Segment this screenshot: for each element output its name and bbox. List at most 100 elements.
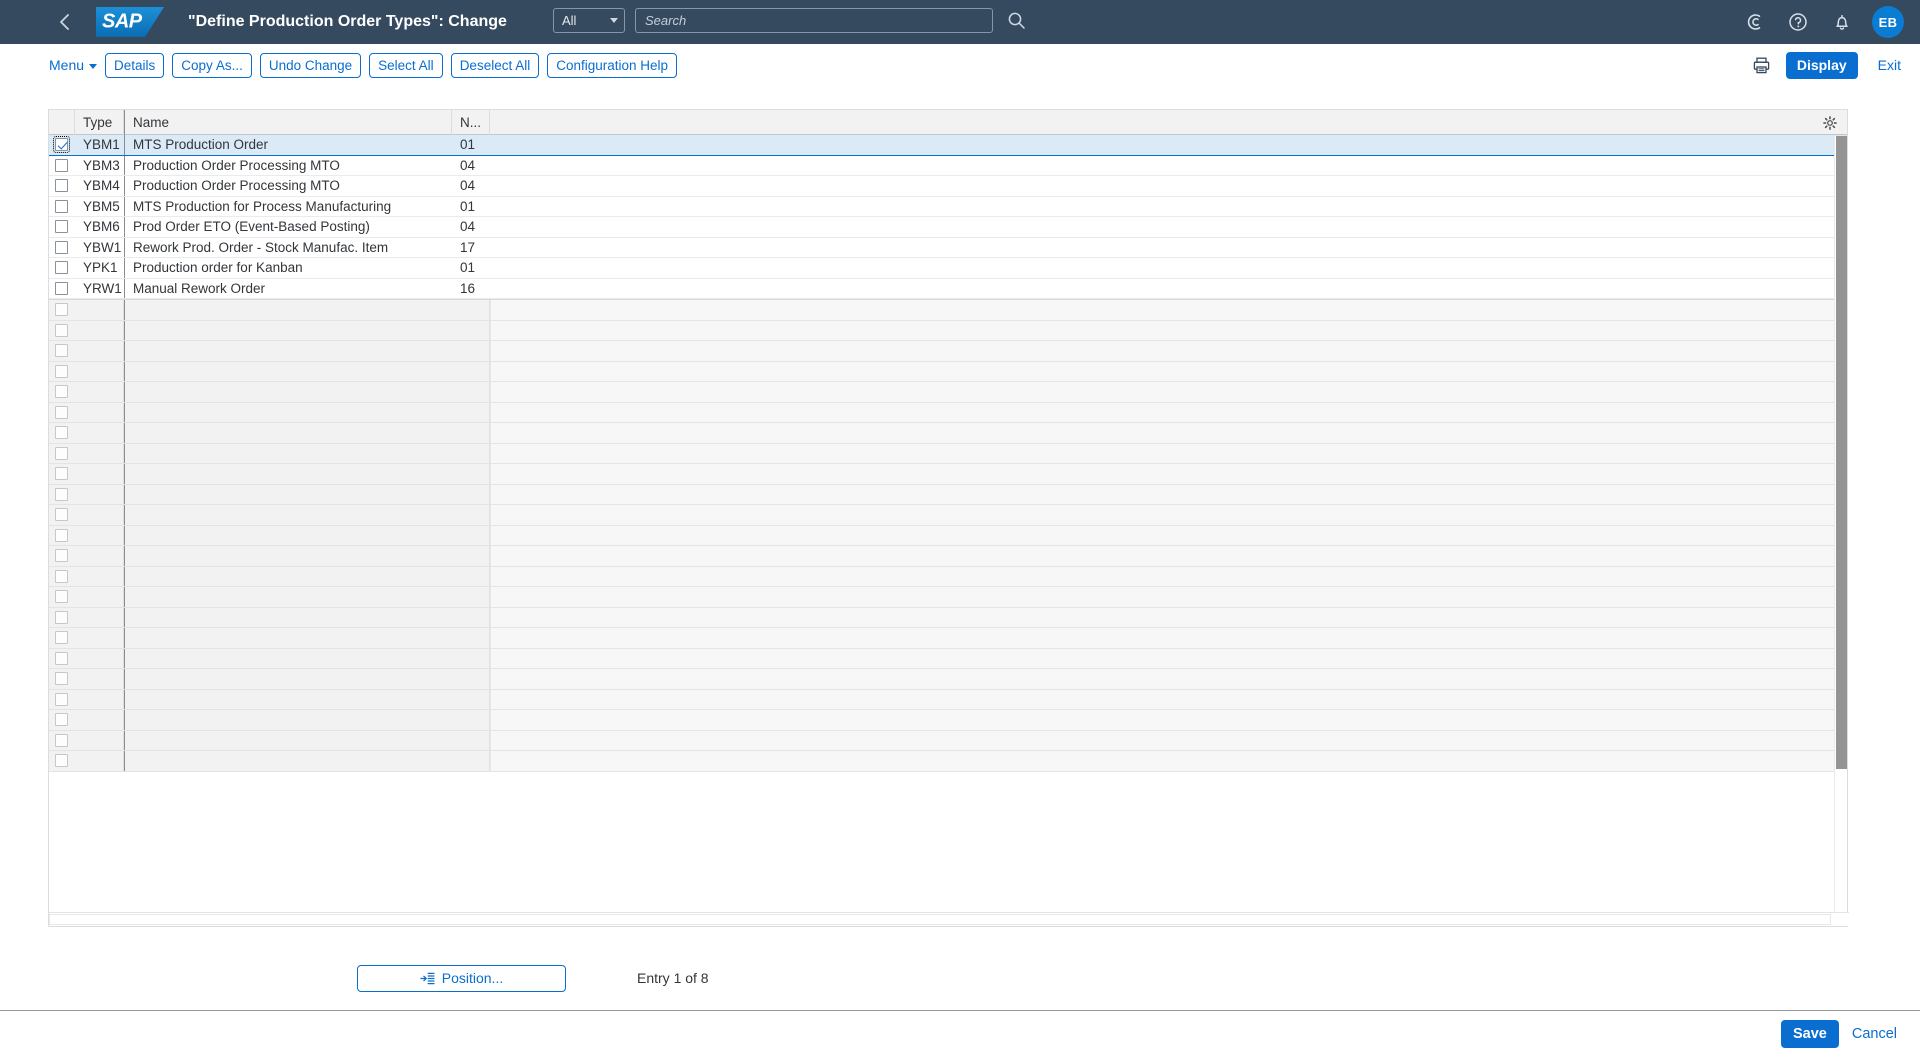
help-button[interactable] — [1784, 8, 1812, 36]
undo-change-button[interactable]: Undo Change — [259, 52, 362, 78]
row-select-cell[interactable] — [49, 197, 75, 217]
avatar[interactable]: EB — [1872, 6, 1904, 38]
cell-spacer — [490, 443, 1847, 463]
row-checkbox[interactable] — [55, 261, 68, 275]
row-select-cell[interactable] — [49, 279, 75, 299]
search-scope-dropdown[interactable]: All — [553, 7, 625, 33]
copilot-button[interactable] — [1740, 8, 1768, 36]
cell-name — [124, 505, 452, 525]
display-button[interactable]: Display — [1785, 51, 1858, 79]
row-select-cell[interactable] — [49, 217, 75, 237]
row-select-cell — [49, 546, 75, 566]
row-select-cell — [49, 444, 75, 464]
cell-spacer — [490, 238, 1847, 258]
row-select-cell — [49, 485, 75, 505]
column-header-type[interactable]: Type — [75, 109, 124, 135]
table-row[interactable]: YRW1 Manual Rework Order 16 — [49, 278, 1847, 299]
vertical-scrollbar[interactable] — [1834, 136, 1847, 913]
cell-name: Rework Prod. Order - Stock Manufac. Item — [124, 237, 452, 257]
row-select-cell[interactable] — [49, 135, 75, 155]
vertical-scrollbar-thumb[interactable] — [1836, 136, 1847, 769]
deselect-all-button[interactable]: Deselect All — [450, 52, 540, 78]
details-button[interactable]: Details — [105, 52, 165, 78]
cell-spacer — [490, 176, 1847, 196]
notifications-button[interactable] — [1828, 8, 1856, 36]
back-button[interactable] — [46, 4, 82, 40]
row-select-cell[interactable] — [49, 176, 75, 196]
copy-as-button[interactable]: Copy As... — [172, 52, 252, 78]
column-header-name[interactable]: Name — [124, 109, 452, 135]
row-select-cell[interactable] — [49, 156, 75, 176]
cell-type: YBM5 — [83, 198, 120, 214]
column-header-num[interactable]: N... — [452, 109, 490, 135]
row-select-cell — [49, 423, 75, 443]
configuration-help-button[interactable]: Configuration Help — [547, 52, 678, 78]
table-row[interactable]: YBM4 Production Order Processing MTO 04 — [49, 176, 1847, 197]
row-select-cell[interactable] — [49, 238, 75, 258]
row-checkbox[interactable] — [55, 199, 68, 213]
row-checkbox[interactable] — [55, 179, 68, 193]
cell-type — [75, 382, 124, 402]
select-all-button[interactable]: Select All — [369, 52, 443, 78]
cell-type — [75, 751, 124, 771]
cell-type: YBM3 — [83, 157, 120, 173]
cell-num — [452, 730, 490, 750]
table-row-empty — [49, 423, 1847, 444]
row-checkbox[interactable] — [55, 158, 68, 172]
cell-name — [124, 382, 452, 402]
cell-name: Production order for Kanban — [124, 258, 452, 278]
sap-logo-text: SAP — [102, 10, 142, 33]
data-block-separator — [49, 299, 1847, 300]
position-button[interactable]: Position... — [357, 964, 566, 992]
table-row[interactable]: YBM1 MTS Production Order 01 — [49, 135, 1847, 156]
table-row-empty — [49, 505, 1847, 526]
table-body: YBM1 MTS Production Order 01 YBM3 Production… — [49, 135, 1847, 913]
cell-num — [452, 566, 490, 586]
print-button[interactable] — [1749, 52, 1775, 78]
table-row[interactable]: YPK1 Production order for Kanban 01 — [49, 258, 1847, 279]
cell-type — [75, 361, 124, 381]
cell-num: 01 — [460, 260, 476, 276]
cell-num: 04 — [460, 219, 476, 235]
cancel-button[interactable]: Cancel — [1843, 1021, 1906, 1048]
row-select-cell — [49, 300, 75, 320]
table-row-empty — [49, 525, 1847, 546]
cell-name — [124, 546, 452, 566]
sap-logo[interactable]: SAP — [96, 7, 164, 37]
table-settings-button[interactable] — [1819, 110, 1841, 135]
horizontal-scrollbar[interactable] — [49, 912, 1849, 926]
table-header-row: Type Name N... — [49, 109, 1847, 135]
search-input[interactable] — [635, 7, 993, 33]
row-checkbox — [55, 713, 68, 727]
row-checkbox — [55, 385, 68, 399]
exit-button[interactable]: Exit — [1869, 52, 1910, 79]
table-row[interactable]: YBM6 Prod Order ETO (Event-Based Posting)… — [49, 217, 1847, 238]
cell-type — [75, 505, 124, 525]
cell-name — [124, 423, 452, 443]
table-row[interactable]: YBW1 Rework Prod. Order - Stock Manufac. … — [49, 237, 1847, 258]
save-button[interactable]: Save — [1780, 1020, 1839, 1048]
gear-icon — [1823, 115, 1837, 130]
table-row-empty — [49, 587, 1847, 608]
row-checkbox[interactable] — [55, 220, 68, 234]
copilot-icon — [1747, 14, 1761, 30]
row-checkbox[interactable] — [55, 281, 68, 295]
search-submit-button[interactable] — [1003, 7, 1029, 33]
row-select-cell — [49, 690, 75, 710]
search-scope-label: All — [562, 12, 577, 28]
cell-type — [75, 648, 124, 668]
cell-name — [124, 587, 452, 607]
table-row-empty — [49, 751, 1847, 772]
cell-name: MTS Production Order — [124, 135, 452, 155]
row-checkbox — [55, 508, 68, 522]
table-row[interactable]: YBM3 Production Order Processing MTO 04 — [49, 155, 1847, 176]
row-checkbox[interactable] — [53, 136, 70, 154]
row-checkbox[interactable] — [55, 240, 68, 254]
cell-spacer — [490, 382, 1847, 402]
row-select-cell[interactable] — [49, 258, 75, 278]
application-toolbar: Menu Details Copy As... Undo Change Sele… — [0, 44, 1920, 86]
menu-dropdown-button[interactable]: Menu — [49, 57, 98, 73]
horizontal-scrollbar-thumb[interactable] — [49, 914, 1831, 925]
cell-spacer — [490, 587, 1847, 607]
table-row[interactable]: YBM5 MTS Production for Process Manufactu… — [49, 196, 1847, 217]
